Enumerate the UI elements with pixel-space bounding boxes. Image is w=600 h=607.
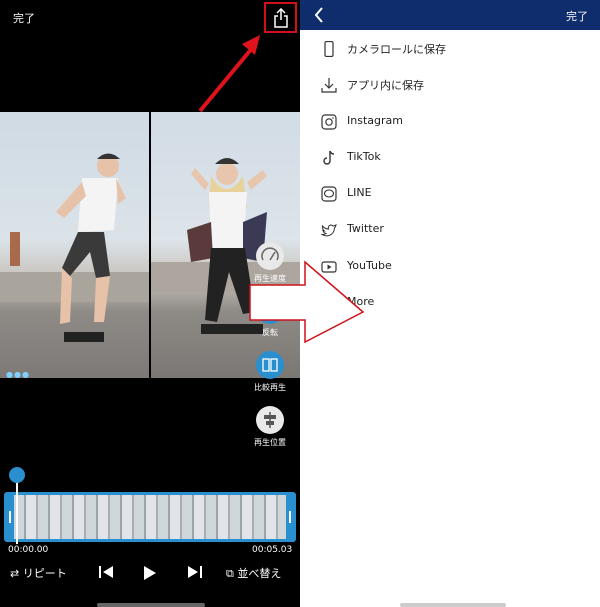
repeat-label: リピート [22,567,67,580]
reorder-button[interactable]: ⧉ 並べ替え [226,565,281,581]
flip-tool-label: 反転 [262,328,278,337]
instagram-icon [321,114,337,130]
share-item-label: Twitter [347,222,384,235]
timeline-frames [14,495,286,539]
split-view-icon [256,351,284,379]
play-button[interactable] [143,565,157,584]
playhead-line [16,476,18,544]
dancer-figure [0,153,149,342]
share-button[interactable] [264,2,297,33]
speedometer-icon [256,242,284,270]
playhead-knob[interactable] [9,467,25,483]
nav-bar: 完了 [300,0,600,30]
step-forward-icon [188,566,202,578]
speed-tool-label: 再生速度 [254,274,286,283]
done-button[interactable]: 完了 [566,8,588,24]
compare-tool[interactable]: 比較再生 [240,351,300,393]
speed-tool[interactable]: 再生速度 [240,242,300,284]
position-tool[interactable]: 再生位置 [240,406,300,448]
timecode-start: 00:00.00 [8,545,49,555]
phone-icon [324,41,334,57]
play-icon [144,566,156,580]
share-item-instagram[interactable]: Instagram [300,104,600,140]
repeat-icon: ⇄ [10,567,20,580]
share-item-label: TikTok [347,150,381,163]
video-clip-left [0,112,149,378]
repeat-button[interactable]: ⇄ リピート [10,565,67,581]
share-item-more[interactable]: More [300,285,600,321]
flip-tool[interactable]: 反転 [240,296,300,338]
done-button[interactable]: 完了 [13,10,35,26]
home-indicator [97,603,205,607]
share-item-tiktok[interactable]: TikTok [300,140,600,176]
home-indicator [400,603,506,607]
share-item-label: Instagram [347,114,403,127]
line-icon [321,186,337,202]
share-item-label: カメラロールに保存 [347,43,446,56]
back-chevron-icon[interactable] [314,7,324,23]
step-back-button[interactable] [98,565,114,582]
trim-handle-right[interactable] [289,511,291,523]
share-sheet-panel: 完了 カメラロールに保存 アプリ内に保存 Instagram TikTok LI… [300,0,600,607]
step-forward-button[interactable] [187,565,203,582]
flip-icon [256,296,284,324]
reorder-label: 並べ替え [237,567,282,580]
share-item-line[interactable]: LINE [300,176,600,212]
share-item-label: LINE [347,186,372,199]
position-tool-label: 再生位置 [254,438,286,447]
twitter-icon [321,224,337,237]
share-item-label: アプリ内に保存 [347,79,424,92]
share-item-twitter[interactable]: Twitter [300,212,600,248]
share-icon [274,8,288,28]
timeline-strip[interactable] [4,492,296,542]
transport-bar: ⇄ リピート ⧉ 並べ替え [0,560,300,588]
trim-handle-left[interactable] [9,511,11,523]
share-item-label: More [347,295,375,308]
step-back-icon [99,566,113,578]
reorder-icon: ⧉ [226,567,234,580]
timecode-end: 00:05.03 [252,545,293,555]
youtube-icon [321,261,337,273]
video-editor-panel: 完了 ●●● 再生速度 反転 比較再生 再生位置 00:00.00 00:05.… [0,0,300,607]
share-item-label: YouTube [347,259,392,272]
compare-tool-label: 比較再生 [254,383,286,392]
download-icon [321,78,337,93]
share-item-app-save[interactable]: アプリ内に保存 [300,67,600,103]
share-item-camera-roll[interactable]: カメラロールに保存 [300,31,600,67]
tiktok-icon [323,150,335,165]
share-item-youtube[interactable]: YouTube [300,249,600,285]
align-icon [256,406,284,434]
pagination-dots: ●●● [6,370,30,378]
